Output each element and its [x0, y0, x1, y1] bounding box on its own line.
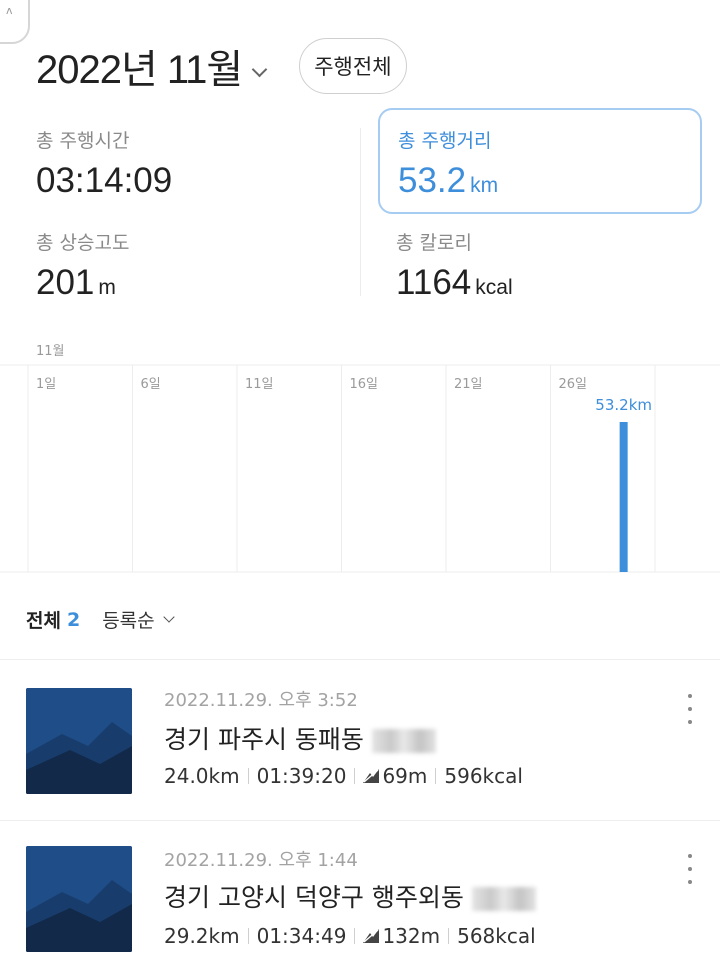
ride-elevation: 69m — [382, 764, 428, 788]
stat-unit: m — [98, 276, 116, 299]
ride-location: 경기 파주시 동패동 — [164, 720, 436, 756]
stat-label: 총 주행시간 — [36, 130, 130, 152]
x-tick-label: 21일 — [454, 377, 483, 392]
metric-separator — [448, 928, 450, 944]
redacted-text — [371, 729, 436, 753]
x-tick-label: 6일 — [141, 377, 161, 392]
ride-distance: 29.2km — [164, 924, 240, 948]
stats-divider — [360, 128, 361, 296]
metric-separator — [435, 768, 437, 784]
ride-elevation: 132m — [382, 924, 441, 948]
handle-glyph: ʌ — [6, 4, 13, 17]
list-count: 2 — [66, 608, 81, 631]
stat-total-time[interactable]: 총 주행시간 03:14:09 — [36, 126, 172, 201]
metric-separator — [247, 768, 249, 784]
month-title[interactable]: 2022년 11월 — [36, 37, 243, 95]
chevron-down-icon[interactable] — [162, 611, 175, 623]
header: 2022년 11월 주행전체 — [36, 30, 407, 102]
divider — [0, 659, 720, 660]
more-options-icon[interactable] — [682, 854, 698, 884]
chart-month-label: 11월 — [36, 344, 65, 359]
ride-calories: 596kcal — [444, 764, 523, 788]
ride-duration: 01:34:49 — [256, 924, 347, 948]
stat-value: 1164 — [396, 263, 472, 302]
mountain-icon — [26, 688, 132, 794]
metric-separator — [247, 928, 249, 944]
chart-bar — [619, 422, 628, 572]
stat-total-calories[interactable]: 총 칼로리 1164 kcal — [396, 228, 513, 303]
stat-total-distance[interactable]: 총 주행거리 53.2 km — [378, 108, 702, 214]
sort-dropdown[interactable]: 등록순 — [102, 606, 154, 633]
stat-value: 53.2 — [398, 161, 467, 200]
elevation-icon — [363, 929, 380, 943]
collapse-handle[interactable]: ʌ — [0, 0, 30, 44]
metric-separator — [354, 928, 356, 944]
stat-value: 201 — [36, 263, 95, 302]
x-tick-label: 16일 — [350, 377, 379, 392]
x-tick-label: 26일 — [559, 377, 588, 392]
stat-label: 총 주행거리 — [398, 130, 492, 152]
ride-metrics: 29.2km 01:34:49 132m 568kcal — [164, 924, 536, 948]
mountain-icon — [26, 846, 132, 952]
ride-address: 경기 파주시 동패동 — [164, 725, 364, 754]
stat-unit: km — [470, 174, 499, 197]
ride-filter-button[interactable]: 주행전체 — [299, 38, 407, 94]
ride-address: 경기 고양시 덕양구 행주외동 — [164, 883, 464, 912]
list-all-label: 전체 — [26, 610, 61, 632]
ride-duration: 01:39:20 — [256, 764, 347, 788]
daily-distance-chart[interactable]: 1일 6일 11일 16일 21일 26일 53.2km — [0, 364, 720, 574]
x-tick-label: 11일 — [245, 377, 274, 392]
divider — [0, 820, 720, 821]
ride-metrics: 24.0km 01:39:20 69m 596kcal — [164, 764, 523, 788]
list-header: 전체 2 등록순 — [26, 606, 175, 633]
metric-separator — [354, 768, 356, 784]
elevation-icon — [363, 769, 380, 783]
stat-label: 총 칼로리 — [396, 232, 472, 254]
ride-item[interactable]: 2022.11.29. 오후 1:44 경기 고양시 덕양구 행주외동 29.2… — [0, 822, 720, 962]
ride-calories: 568kcal — [457, 924, 536, 948]
route-map-thumbnail[interactable] — [26, 688, 132, 794]
ride-distance: 24.0km — [164, 764, 240, 788]
route-map-thumbnail[interactable] — [26, 846, 132, 952]
ride-date: 2022.11.29. 오후 3:52 — [164, 690, 358, 711]
more-options-icon[interactable] — [682, 694, 698, 724]
ride-location: 경기 고양시 덕양구 행주외동 — [164, 878, 536, 914]
x-tick-label: 1일 — [36, 377, 56, 392]
bar-value-label: 53.2km — [595, 396, 652, 414]
stat-label: 총 상승고도 — [36, 232, 130, 254]
ride-item[interactable]: 2022.11.29. 오후 3:52 경기 파주시 동패동 24.0km 01… — [0, 662, 720, 802]
chart-canvas: 1일 6일 11일 16일 21일 26일 53.2km — [0, 364, 720, 573]
chevron-down-icon[interactable] — [251, 61, 268, 77]
stat-value: 03:14:09 — [36, 161, 173, 200]
ride-date: 2022.11.29. 오후 1:44 — [164, 850, 358, 871]
stat-unit: kcal — [475, 276, 513, 299]
stat-total-elevation[interactable]: 총 상승고도 201 m — [36, 228, 129, 303]
redacted-text — [471, 887, 536, 911]
